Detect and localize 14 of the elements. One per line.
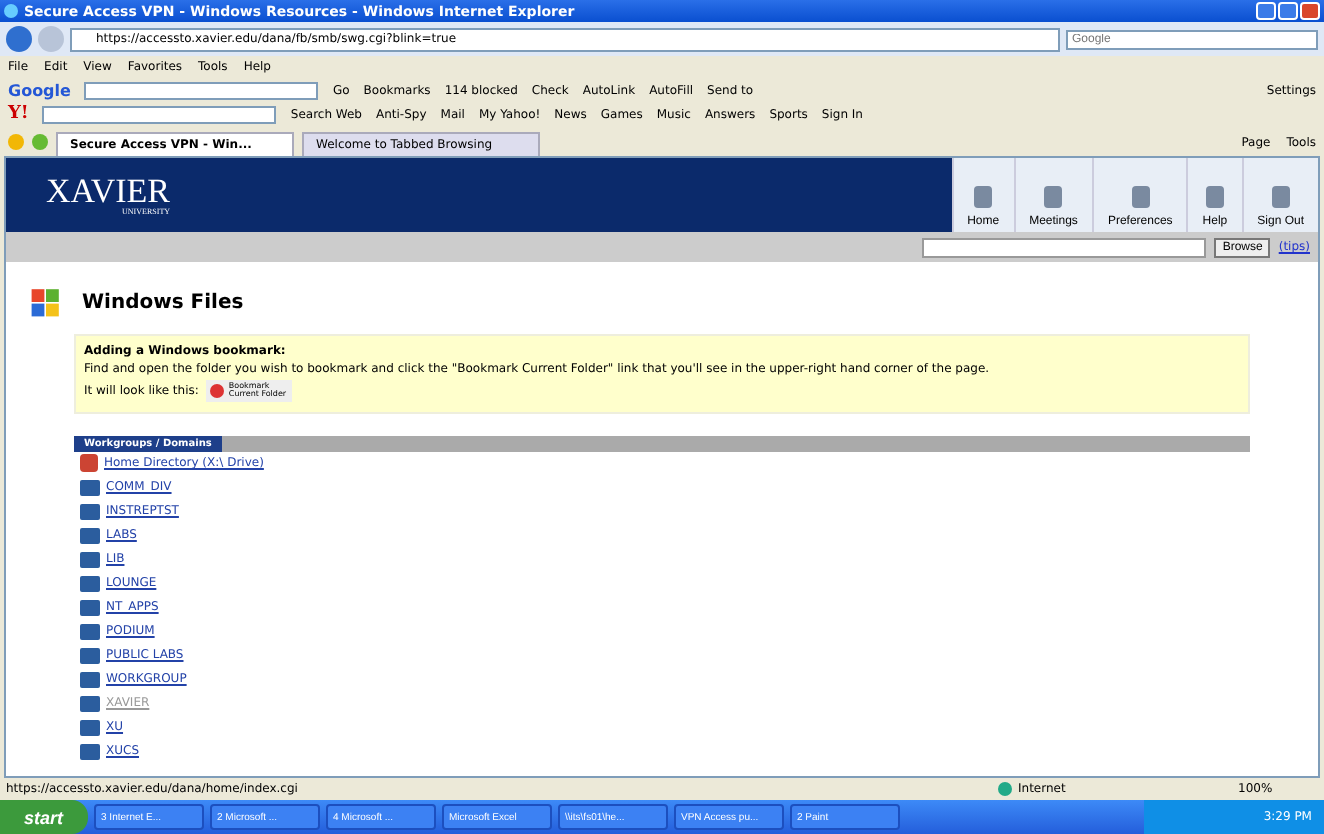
path-field[interactable]	[922, 237, 1207, 257]
close-button[interactable]	[1300, 2, 1320, 20]
google-logo: Google	[8, 81, 71, 99]
maximize-button[interactable]	[1278, 2, 1298, 20]
home-folder-icon	[80, 454, 98, 473]
toolbar-search-field[interactable]	[42, 105, 277, 123]
minimize-button[interactable]	[1256, 2, 1276, 20]
toolbar-search-field[interactable]	[84, 81, 319, 99]
start-button[interactable]: start	[0, 800, 88, 834]
back-icon[interactable]	[6, 26, 32, 52]
page-heading: Windows Files	[82, 291, 244, 313]
windows-logo-icon	[30, 286, 62, 318]
browser-icon	[4, 4, 18, 18]
yahoo-logo: Y!	[8, 104, 29, 124]
